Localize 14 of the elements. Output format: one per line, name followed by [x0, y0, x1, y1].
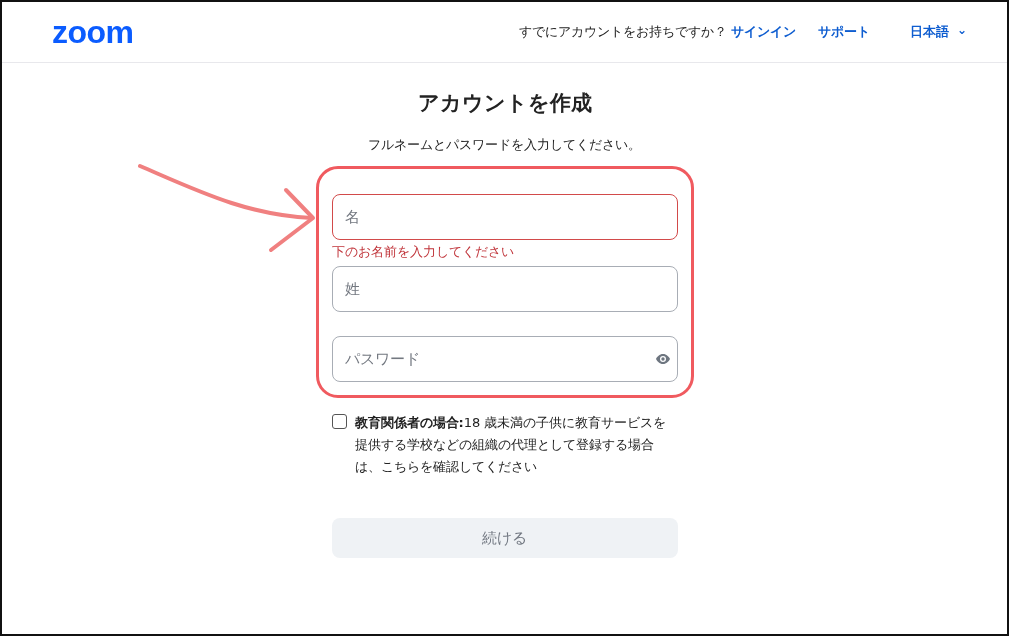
zoom-logo[interactable]: zoom	[52, 13, 134, 51]
language-selector[interactable]: 日本語 ⌄	[909, 23, 967, 41]
checkbox[interactable]	[331, 414, 347, 429]
instruction-text: フルネームとパスワードを入力してください。	[367, 137, 642, 154]
error-message: 下のお名前を入力してください	[331, 244, 515, 261]
input-field[interactable]: 名	[331, 194, 678, 240]
page-title: アカウントを作成	[416, 90, 593, 117]
nav-link[interactable]: サポート	[817, 23, 870, 41]
account-prompt: すでにアカウントをお持ちですか？	[518, 23, 727, 41]
educator-text: 教育関係者の場合:18 歳未満の子供に教育サービスを提供する学校などの組織の代理として登録する場合は、こちらを確認してください	[354, 414, 668, 476]
input-field[interactable]: 姓	[331, 266, 678, 312]
eye-icon[interactable]	[655, 354, 670, 364]
input-field[interactable]: パスワード	[331, 336, 678, 382]
nav-link[interactable]: サインイン	[730, 23, 796, 41]
